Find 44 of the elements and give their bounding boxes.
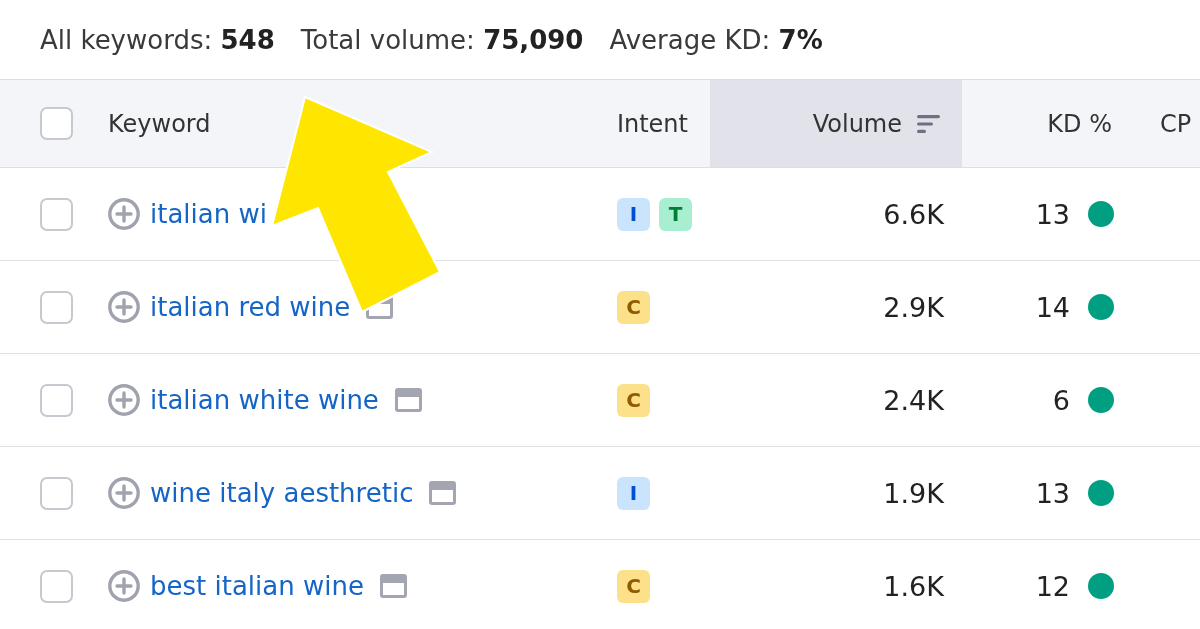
kd-value: 13	[1035, 477, 1070, 509]
kd-value: 12	[1035, 570, 1070, 602]
plus-circle-icon[interactable]	[108, 291, 140, 323]
window-icon[interactable]	[379, 574, 407, 598]
intent-badge: C	[617, 383, 650, 417]
row-checkbox[interactable]	[40, 383, 73, 417]
summary-stat: Total volume: 75,090	[300, 24, 584, 55]
volume-value: 2.9K	[883, 291, 944, 323]
intent-badge: C	[617, 569, 650, 603]
summary-stat: All keywords: 548	[40, 24, 275, 55]
row-checkbox[interactable]	[40, 569, 73, 603]
row-checkbox[interactable]	[40, 290, 73, 324]
keyword-link[interactable]: italian white wine	[150, 385, 379, 415]
intent-badge: I	[617, 476, 650, 510]
intent-badge: C	[617, 290, 650, 324]
kd-value: 14	[1035, 291, 1070, 323]
plus-circle-icon[interactable]	[108, 384, 140, 416]
window-icon[interactable]	[429, 481, 457, 505]
select-all-checkbox[interactable]	[40, 107, 73, 140]
volume-value: 1.6K	[883, 570, 944, 602]
plus-circle-icon[interactable]	[108, 570, 140, 602]
kd-value: 13	[1035, 198, 1070, 230]
column-header[interactable]: Intent	[616, 109, 688, 138]
plus-circle-icon[interactable]	[108, 198, 140, 230]
intent-badge: I	[617, 197, 650, 231]
row-checkbox[interactable]	[40, 197, 73, 231]
column-header[interactable]: Keyword	[108, 109, 211, 138]
plus-circle-icon[interactable]	[108, 477, 140, 509]
window-icon[interactable]	[394, 388, 422, 412]
column-header[interactable]: Volume	[710, 80, 962, 167]
column-header[interactable]: KD %	[1047, 109, 1112, 138]
intent-badge: T	[659, 197, 692, 231]
volume-value: 6.6K	[883, 198, 944, 230]
keyword-link[interactable]: italian red wine	[150, 292, 351, 322]
column-header[interactable]: CP	[1160, 109, 1192, 138]
volume-value: 1.9K	[883, 477, 944, 509]
volume-value: 2.4K	[883, 384, 944, 416]
keyword-link[interactable]: wine italy aesthretic	[150, 478, 414, 508]
row-checkbox[interactable]	[40, 476, 73, 510]
kd-value: 6	[1052, 384, 1070, 416]
summary-stat: Average KD: 7%	[609, 24, 823, 55]
keyword-link[interactable]: italian wi	[150, 199, 267, 229]
sort-icon	[917, 114, 940, 133]
keyword-link[interactable]: best italian wine	[150, 571, 364, 601]
